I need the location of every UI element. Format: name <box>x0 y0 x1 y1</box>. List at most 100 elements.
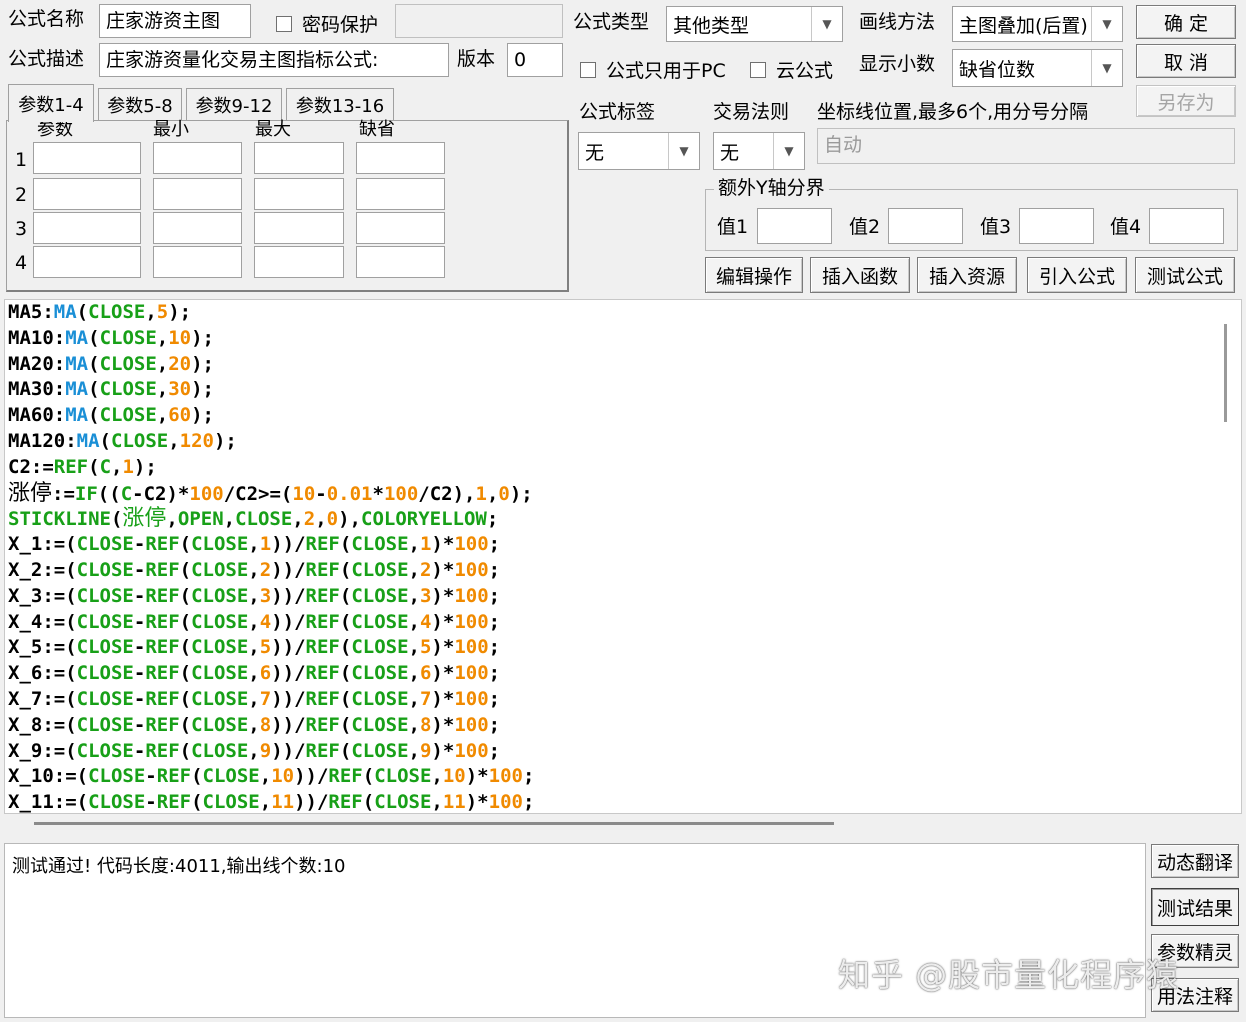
params-panel: 参数 最小 最大 缺省 1 2 3 4 <box>6 120 569 292</box>
password-protect-checkbox[interactable]: 密码保护 <box>276 10 378 37</box>
formula-tag-value: 无 <box>585 141 605 164</box>
code-line[interactable]: X_2:=(CLOSE-REF(CLOSE,2))/REF(CLOSE,2)*1… <box>8 558 534 584</box>
y-value-1-label: 值1 <box>717 216 749 238</box>
decimals-select[interactable]: 缺省位数 ▼ <box>952 49 1123 87</box>
formula-name-input[interactable]: 庄家游资主图 <box>99 4 251 38</box>
code-line[interactable]: X_11:=(CLOSE-REF(CLOSE,11))/REF(CLOSE,11… <box>8 790 534 813</box>
code-line[interactable]: MA30:MA(CLOSE,30); <box>8 377 534 403</box>
extra-y-axis-label: 额外Y轴分界 <box>714 179 829 198</box>
formula-tag-label: 公式标签 <box>579 101 656 123</box>
test-result-button[interactable]: 测试结果 <box>1151 888 1239 926</box>
param-row-label: 1 <box>15 149 28 171</box>
y-value-1-input[interactable] <box>757 208 832 244</box>
param-1-default-input[interactable] <box>356 142 445 174</box>
code-line[interactable]: X_1:=(CLOSE-REF(CLOSE,1))/REF(CLOSE,1)*1… <box>8 532 534 558</box>
tab-params-9-12[interactable]: 参数9-12 <box>186 88 282 120</box>
chevron-down-icon[interactable]: ▼ <box>811 7 842 41</box>
password-protect-box[interactable] <box>276 15 292 32</box>
version-label: 版本 <box>457 48 496 70</box>
param-3-max-input[interactable] <box>254 212 344 244</box>
chevron-down-icon[interactable]: ▼ <box>1091 7 1122 41</box>
param-3-name-input[interactable] <box>33 212 141 244</box>
code-line[interactable]: STICKLINE(涨停,OPEN,CLOSE,2,0),COLORYELLOW… <box>8 506 534 532</box>
y-value-2-label: 值2 <box>849 216 881 238</box>
param-2-default-input[interactable] <box>356 178 445 210</box>
test-formula-button[interactable]: 测试公式 <box>1135 257 1235 293</box>
code-line[interactable]: MA10:MA(CLOSE,10); <box>8 326 534 352</box>
chevron-down-icon[interactable]: ▼ <box>1091 50 1122 86</box>
param-3-default-input[interactable] <box>356 212 445 244</box>
code-line[interactable]: X_8:=(CLOSE-REF(CLOSE,8))/REF(CLOSE,8)*1… <box>8 713 534 739</box>
decimals-label: 显示小数 <box>859 53 936 75</box>
watermark: 知乎 @股市量化程序猿 <box>838 956 1180 994</box>
formula-desc-label: 公式描述 <box>8 48 85 70</box>
pc-only-box[interactable] <box>580 61 596 78</box>
password-protect-label: 密码保护 <box>302 14 379 36</box>
trade-rule-value: 无 <box>720 141 740 164</box>
param-4-default-input[interactable] <box>356 246 445 278</box>
code-line[interactable]: X_5:=(CLOSE-REF(CLOSE,5))/REF(CLOSE,5)*1… <box>8 635 534 661</box>
ok-button[interactable]: 确 定 <box>1136 5 1236 39</box>
formula-name-label: 公式名称 <box>8 8 85 30</box>
axis-position-label: 坐标线位置,最多6个,用分号分隔 <box>817 101 1089 123</box>
password-input <box>395 4 563 38</box>
cloud-formula-box[interactable] <box>750 61 766 78</box>
code-line[interactable]: MA5:MA(CLOSE,5); <box>8 300 534 326</box>
code-line[interactable]: X_3:=(CLOSE-REF(CLOSE,3))/REF(CLOSE,3)*1… <box>8 584 534 610</box>
param-row-label: 3 <box>15 218 28 240</box>
y-value-2-input[interactable] <box>888 208 963 244</box>
tab-params-13-16[interactable]: 参数13-16 <box>286 88 394 120</box>
param-4-name-input[interactable] <box>33 246 141 278</box>
pc-only-checkbox[interactable]: 公式只用于PC <box>580 56 726 83</box>
y-value-4-label: 值4 <box>1110 216 1142 238</box>
param-4-max-input[interactable] <box>254 246 344 278</box>
param-2-min-input[interactable] <box>153 178 242 210</box>
code-line[interactable]: X_9:=(CLOSE-REF(CLOSE,9))/REF(CLOSE,9)*1… <box>8 739 534 765</box>
formula-tag-select[interactable]: 无 ▼ <box>578 132 700 170</box>
cancel-button[interactable]: 取 消 <box>1136 44 1236 78</box>
chevron-down-icon[interactable]: ▼ <box>668 133 699 169</box>
code-line[interactable]: C2:=REF(C,1); <box>8 455 534 481</box>
vertical-scrollbar[interactable] <box>1224 324 1227 422</box>
param-2-name-input[interactable] <box>33 178 141 210</box>
param-1-min-input[interactable] <box>153 142 242 174</box>
tab-params-5-8[interactable]: 参数5-8 <box>98 88 182 120</box>
draw-method-select[interactable]: 主图叠加(后置) ▼ <box>952 6 1123 42</box>
cloud-formula-checkbox[interactable]: 云公式 <box>750 56 833 83</box>
tab-params-1-4[interactable]: 参数1-4 <box>8 84 94 122</box>
code-text[interactable]: MA5:MA(CLOSE,5); MA10:MA(CLOSE,10); MA20:M… <box>8 300 534 813</box>
code-line[interactable]: X_4:=(CLOSE-REF(CLOSE,4))/REF(CLOSE,4)*1… <box>8 610 534 636</box>
param-col-min: 最小 <box>153 119 189 140</box>
param-4-min-input[interactable] <box>153 246 242 278</box>
code-line[interactable]: MA20:MA(CLOSE,20); <box>8 352 534 378</box>
y-value-3-label: 值3 <box>980 216 1012 238</box>
code-line[interactable]: X_10:=(CLOSE-REF(CLOSE,10))/REF(CLOSE,10… <box>8 764 534 790</box>
formula-type-select[interactable]: 其他类型 ▼ <box>666 6 843 42</box>
formula-desc-input[interactable]: 庄家游资量化交易主图指标公式: <box>99 43 449 77</box>
insert-function-button[interactable]: 插入函数 <box>810 257 910 293</box>
test-status-message: 测试通过! 代码长度:4011,输出线个数:10 <box>12 856 346 877</box>
code-line[interactable]: X_7:=(CLOSE-REF(CLOSE,7))/REF(CLOSE,7)*1… <box>8 687 534 713</box>
version-input[interactable]: 0 <box>507 43 563 77</box>
chevron-down-icon[interactable]: ▼ <box>773 133 804 169</box>
insert-resource-button[interactable]: 插入资源 <box>917 257 1017 293</box>
y-value-4-input[interactable] <box>1149 208 1224 244</box>
param-1-max-input[interactable] <box>254 142 344 174</box>
param-2-max-input[interactable] <box>254 178 344 210</box>
param-col-max: 最大 <box>255 119 291 140</box>
param-3-min-input[interactable] <box>153 212 242 244</box>
param-1-name-input[interactable] <box>33 142 141 174</box>
import-formula-button[interactable]: 引入公式 <box>1027 257 1127 293</box>
decimals-value: 缺省位数 <box>959 58 1036 81</box>
param-col-name: 参数 <box>37 119 73 140</box>
y-value-3-input[interactable] <box>1019 208 1094 244</box>
trade-rule-select[interactable]: 无 ▼ <box>713 132 805 170</box>
dynamic-translate-button[interactable]: 动态翻译 <box>1151 844 1239 878</box>
horizontal-scrollbar[interactable] <box>34 822 834 825</box>
code-line[interactable]: 涨停:=IF((C-C2)*100/C2>=(10-0.01*100/C2),1… <box>8 481 534 507</box>
code-line[interactable]: MA120:MA(CLOSE,120); <box>8 429 534 455</box>
code-line[interactable]: X_6:=(CLOSE-REF(CLOSE,6))/REF(CLOSE,6)*1… <box>8 661 534 687</box>
code-line[interactable]: MA60:MA(CLOSE,60); <box>8 403 534 429</box>
code-editor[interactable]: MA5:MA(CLOSE,5); MA10:MA(CLOSE,10); MA20:M… <box>4 299 1242 814</box>
edit-operations-button[interactable]: 编辑操作 <box>705 257 803 293</box>
